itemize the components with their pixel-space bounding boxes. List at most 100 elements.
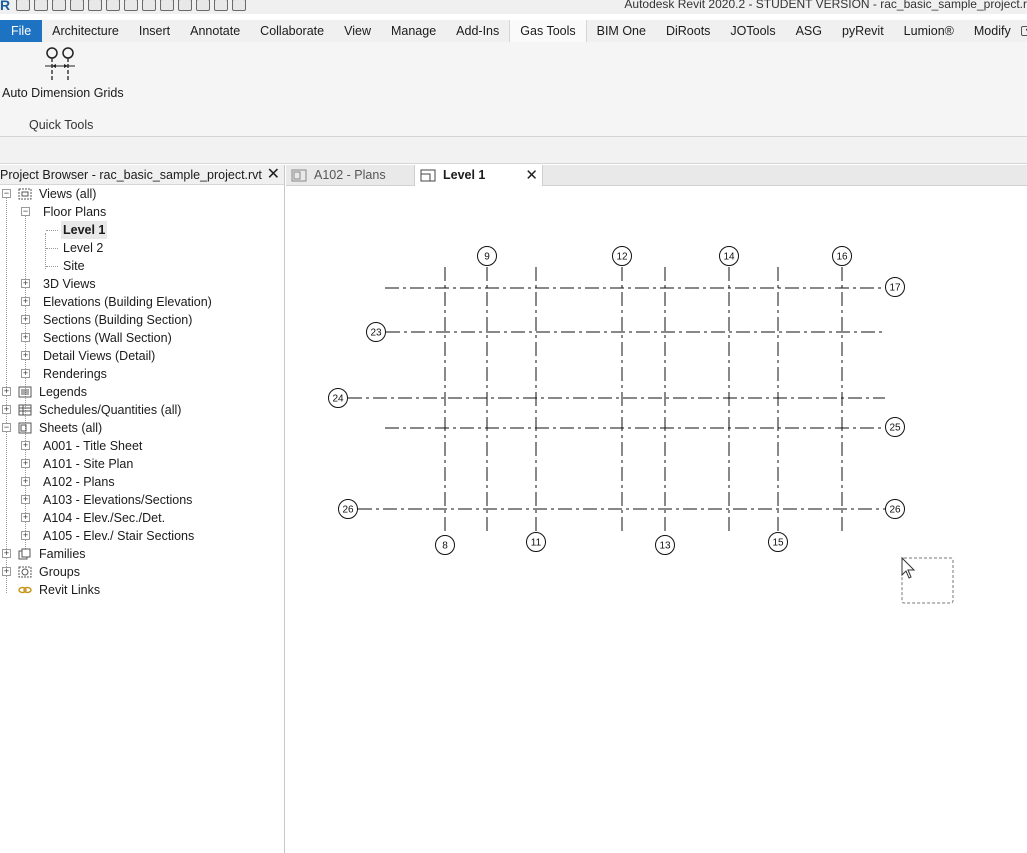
view-tab-level-1[interactable]: Level 1 ✕ [414, 165, 543, 186]
expand-icon[interactable]: + [21, 495, 30, 504]
switch-windows-icon[interactable] [214, 0, 228, 11]
sync-icon[interactable] [70, 0, 84, 11]
expand-icon[interactable]: + [21, 351, 30, 360]
grid-bubble-label: 9 [484, 252, 490, 263]
open-icon[interactable] [16, 0, 30, 11]
expand-icon[interactable]: + [21, 369, 30, 378]
view-tab-label: Level 1 [443, 168, 486, 182]
tree-item-groups[interactable]: + Groups [0, 563, 284, 581]
quick-access-toolbar: R [0, 0, 246, 14]
expand-icon[interactable]: + [21, 333, 30, 342]
revit-logo-icon[interactable]: R [0, 0, 12, 12]
tree-item-label: A105 - Elev./ Stair Sections [43, 529, 195, 543]
print-icon[interactable] [124, 0, 138, 11]
tab-modify[interactable]: Modify [964, 20, 1021, 42]
expand-icon[interactable]: + [2, 405, 11, 414]
tab-architecture[interactable]: Architecture [42, 20, 129, 42]
drawing-canvas[interactable]: 8 9 11 12 13 14 15 16 17 23 24 25 26 26 [286, 187, 1027, 853]
tree-item-site[interactable]: Site [0, 257, 284, 275]
tab-collaborate[interactable]: Collaborate [250, 20, 334, 42]
tree-item-views-all[interactable]: − Views (all) [0, 185, 284, 203]
tab-file[interactable]: File [0, 20, 43, 42]
tree-item-sheet-a105[interactable]: + A105 - Elev./ Stair Sections [0, 527, 284, 545]
expand-icon[interactable]: + [21, 297, 30, 306]
close-hidden-icon[interactable] [196, 0, 210, 11]
auto-dimension-grids-button[interactable]: Auto Dimension Grids [0, 46, 124, 100]
tab-asg[interactable]: ASG [786, 20, 832, 42]
tree-item-label: Views (all) [39, 187, 97, 201]
tree-item-3d-views[interactable]: + 3D Views [0, 275, 284, 293]
collapse-icon[interactable]: − [2, 189, 11, 198]
tree-item-renderings[interactable]: + Renderings [0, 365, 284, 383]
legend-icon [18, 386, 32, 398]
tab-diroots[interactable]: DiRoots [656, 20, 720, 42]
tree-item-sheet-a103[interactable]: + A103 - Elevations/Sections [0, 491, 284, 509]
tree-item-sheet-a102[interactable]: + A102 - Plans [0, 473, 284, 491]
redo-icon[interactable] [106, 0, 120, 11]
expand-icon[interactable]: + [21, 459, 30, 468]
tab-jotools[interactable]: JOTools [720, 20, 785, 42]
tree-item-sheet-a104[interactable]: + A104 - Elev./Sec./Det. [0, 509, 284, 527]
tree-item-floor-plans[interactable]: − Floor Plans [0, 203, 284, 221]
groups-icon [18, 566, 32, 578]
tab-insert[interactable]: Insert [129, 20, 180, 42]
expand-icon[interactable]: + [2, 567, 11, 576]
tree-item-legends[interactable]: + Legends [0, 383, 284, 401]
close-project-browser-icon[interactable]: ✕ [267, 165, 280, 185]
expand-icon[interactable]: + [21, 315, 30, 324]
expand-icon[interactable]: + [2, 387, 11, 396]
undo-icon[interactable] [88, 0, 102, 11]
close-view-tab-icon[interactable]: ✕ [525, 165, 538, 186]
expand-icon[interactable]: + [21, 441, 30, 450]
3d-view-icon[interactable] [142, 0, 156, 11]
tab-bim-one[interactable]: BIM One [587, 20, 656, 42]
tree-item-sections-building[interactable]: + Sections (Building Section) [0, 311, 284, 329]
tab-manage[interactable]: Manage [381, 20, 446, 42]
ribbon-panel: Auto Dimension Grids Quick Tools [0, 42, 1027, 137]
text-icon[interactable] [178, 0, 192, 11]
tree-item-sheet-a101[interactable]: + A101 - Site Plan [0, 455, 284, 473]
tab-add-ins[interactable]: Add-Ins [446, 20, 509, 42]
tree-item-label: Site [63, 259, 85, 273]
tree-item-sheet-a001[interactable]: + A001 - Title Sheet [0, 437, 284, 455]
grid-bubble-label: 11 [531, 538, 542, 549]
tree-item-families[interactable]: + Families [0, 545, 284, 563]
auto-dimension-grids-label: Auto Dimension Grids [2, 86, 124, 100]
tab-pyrevit[interactable]: pyRevit [832, 20, 894, 42]
tree-item-revit-links[interactable]: Revit Links [0, 581, 284, 599]
tree-item-elevations[interactable]: + Elevations (Building Elevation) [0, 293, 284, 311]
grid-bubble-label: 16 [836, 252, 848, 263]
tree-item-sections-wall[interactable]: + Sections (Wall Section) [0, 329, 284, 347]
expand-icon[interactable]: + [21, 477, 30, 486]
grid-bubble-label: 26 [342, 505, 354, 516]
customize-qat-icon[interactable] [232, 0, 246, 11]
tab-gas-tools[interactable]: Gas Tools [509, 20, 587, 42]
tree-item-schedules[interactable]: + Schedules/Quantities (all) [0, 401, 284, 419]
tree-item-label: Renderings [43, 367, 107, 381]
grid-bubble-label: 13 [659, 541, 671, 552]
app-title: Autodesk Revit 2020.2 - STUDENT VERSION … [624, 0, 1027, 11]
collapse-icon[interactable]: − [21, 207, 30, 216]
expand-icon[interactable]: + [2, 549, 11, 558]
view-tab-a102-plans[interactable]: A102 - Plans [286, 165, 414, 186]
open-folder-icon[interactable] [34, 0, 48, 11]
tab-view[interactable]: View [334, 20, 381, 42]
grid-bubbles[interactable]: 8 9 11 12 13 14 15 16 17 23 24 25 26 26 [328, 246, 905, 555]
collapse-icon[interactable]: − [2, 423, 11, 432]
tree-item-label: Groups [39, 565, 80, 579]
tree-item-level-2[interactable]: Level 2 [0, 239, 284, 257]
measure-icon[interactable] [160, 0, 174, 11]
tab-annotate[interactable]: Annotate [180, 20, 250, 42]
mouse-cursor-icon [901, 556, 916, 579]
tree-item-detail-views[interactable]: + Detail Views (Detail) [0, 347, 284, 365]
ribbon-minimize-button[interactable]: ▾ [1020, 20, 1027, 42]
expand-icon[interactable]: + [21, 531, 30, 540]
expand-icon[interactable]: + [21, 279, 30, 288]
tree-item-label: A101 - Site Plan [43, 457, 134, 471]
expand-icon[interactable]: + [21, 513, 30, 522]
tree-item-label: Schedules/Quantities (all) [39, 403, 182, 417]
tab-lumion[interactable]: Lumion® [894, 20, 964, 42]
save-icon[interactable] [52, 0, 66, 11]
tree-item-level-1[interactable]: Level 1 [0, 221, 284, 239]
tree-item-sheets[interactable]: − Sheets (all) [0, 419, 284, 437]
